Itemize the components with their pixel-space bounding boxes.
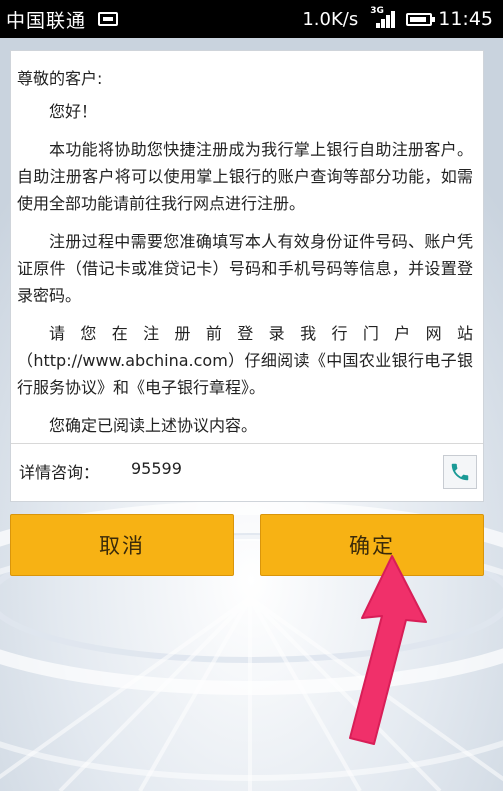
sim-card-icon xyxy=(98,12,119,26)
clock: 11:45 xyxy=(438,8,493,30)
notice-salutation: 尊敬的客户: xyxy=(17,69,103,88)
call-button[interactable] xyxy=(443,455,477,489)
notice-paragraph: 您确定已阅读上述协议内容。 xyxy=(49,416,258,435)
notice-paragraph: 注册过程中需要您准确填写本人有效身份证件号码、账户凭证原件（借记卡或准贷记卡）号… xyxy=(17,232,473,305)
notice-greeting: 您好！ xyxy=(49,102,98,121)
phone-icon xyxy=(451,463,469,481)
cancel-button[interactable]: 取消 xyxy=(10,514,234,576)
carrier-name: 中国联通 xyxy=(6,9,87,32)
notice-paragraph: 请您在注册前登录我行门户网站（http://www.abchina.com）仔细… xyxy=(17,324,473,397)
notice-text: 尊敬的客户: 您好！ 本功能将协助您快捷注册成为我行掌上银行自助注册客户。自助注… xyxy=(17,65,473,450)
contact-label: 详情咨询： xyxy=(19,463,100,482)
network-speed: 1.0K/s xyxy=(302,8,359,30)
signal-icon: 3G xyxy=(370,6,396,30)
status-bar: 中国联通 1.0K/s 3G 11:45 xyxy=(0,0,503,38)
pointer-arrow-icon xyxy=(349,555,427,745)
notice-card: 尊敬的客户: 您好！ 本功能将协助您快捷注册成为我行掌上银行自助注册客户。自助注… xyxy=(10,50,484,502)
contact-number: 95599 xyxy=(131,459,182,478)
battery-icon xyxy=(406,12,436,26)
network-type: 3G xyxy=(370,6,384,16)
divider xyxy=(11,443,483,444)
notice-paragraph: 本功能将协助您快捷注册成为我行掌上银行自助注册客户。自助注册客户将可以使用掌上银… xyxy=(17,140,473,213)
